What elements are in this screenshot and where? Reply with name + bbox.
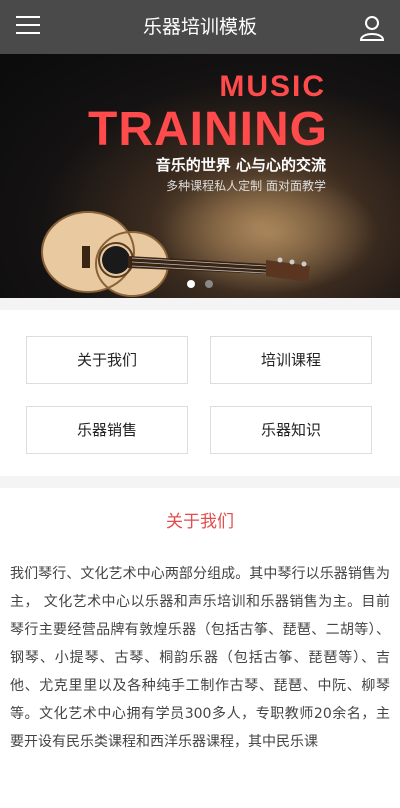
about-text: 我们琴行、文化艺术中心两部分组成。其中琴行以乐器销售为主， 文化艺术中心以乐器和… [10, 566, 390, 750]
nav-sales-button[interactable]: 乐器销售 [26, 406, 188, 454]
banner-slogan: 音乐的世界 心与心的交流 [155, 156, 326, 174]
carousel-dot[interactable] [204, 280, 213, 288]
carousel-dots [0, 273, 400, 292]
app-header: 乐器培训模板 [0, 0, 400, 54]
hero-banner[interactable]: MUSIC TRAINING 音乐的世界 心与心的交流 多种课程私人定制 面对面… [0, 54, 400, 298]
banner-subtitle: 多种课程私人定制 面对面教学 [166, 179, 326, 193]
nav-knowledge-button[interactable]: 乐器知识 [210, 406, 372, 454]
nav-courses-button[interactable]: 培训课程 [210, 336, 372, 384]
banner-music-text: MUSIC [219, 70, 326, 103]
page-title: 乐器培训模板 [142, 16, 257, 38]
user-icon[interactable] [358, 14, 386, 42]
banner-training-text: TRAINING [88, 103, 328, 156]
quick-nav: 关于我们 培训课程 乐器销售 乐器知识 [0, 310, 400, 476]
about-section: 关于我们 我们琴行、文化艺术中心两部分组成。其中琴行以乐器销售为主， 文化艺术中… [0, 488, 400, 808]
carousel-dot[interactable] [187, 280, 196, 288]
nav-about-button[interactable]: 关于我们 [26, 336, 188, 384]
about-title: 关于我们 [166, 512, 234, 532]
